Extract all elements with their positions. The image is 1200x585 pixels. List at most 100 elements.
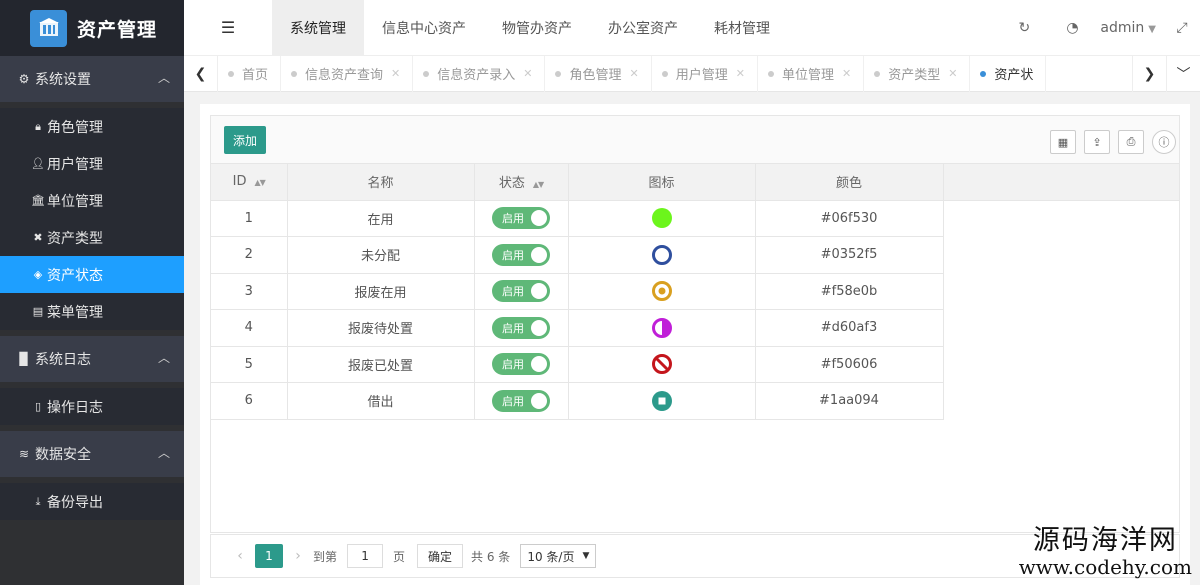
page-tab-role[interactable]: 角色管理 ✕ xyxy=(545,55,652,92)
toggle-knob xyxy=(531,283,547,300)
refresh-icon[interactable]: ↻ xyxy=(1000,20,1048,36)
prev-page-icon[interactable]: ‹ xyxy=(225,548,255,564)
close-icon[interactable]: ✕ xyxy=(630,67,639,80)
export-icon[interactable]: ⇪ xyxy=(1084,130,1110,154)
page-tab-label: 用户管理 xyxy=(675,68,728,83)
close-icon[interactable]: ✕ xyxy=(948,67,957,80)
sidebar-group-data-security[interactable]: ≋ 数据安全 ︿ xyxy=(0,431,184,477)
tabs-scroll-left-icon[interactable]: ❮ xyxy=(184,55,218,92)
page-tabs-track: 首页 信息资产查询 ✕ 信息资产录入 ✕ 角色管理 ✕ 用户管理 ✕ 单位管理 ✕ 资产类… xyxy=(218,55,1132,92)
sidebar-group-system-settings[interactable]: ⚙ 系统设置 ︿ xyxy=(0,56,184,102)
sidebar-group-label: 数据安全 xyxy=(35,447,91,463)
status-toggle[interactable]: 启用 xyxy=(492,389,550,412)
dashboard-icon[interactable]: ◔ xyxy=(1048,20,1096,36)
top-tab-property-office[interactable]: 物管办资产 xyxy=(484,0,590,56)
page-tab-info-entry[interactable]: 信息资产录入 ✕ xyxy=(413,55,546,92)
page-tab-label: 资产类型 xyxy=(888,68,941,83)
info-icon[interactable]: ⓘ xyxy=(1152,130,1176,154)
current-page[interactable]: 1 xyxy=(255,544,283,568)
fullscreen-icon[interactable]: ⤢ xyxy=(1164,20,1200,36)
status-toggle[interactable]: 启用 xyxy=(492,316,550,339)
cell-filler xyxy=(943,273,1179,310)
page-tab-label: 首页 xyxy=(242,68,269,83)
page-tab-user[interactable]: 用户管理 ✕ xyxy=(652,55,758,92)
table-row[interactable]: 5 报废已处置 启用 #f50606 xyxy=(211,346,1179,383)
close-icon[interactable]: ✕ xyxy=(842,67,851,80)
table-row[interactable]: 4 报废待处置 启用 #d60af3 xyxy=(211,309,1179,347)
close-icon[interactable]: ✕ xyxy=(736,67,745,80)
sidebar-item-label: 资产类型 xyxy=(47,230,103,247)
sidebar-item-operation-log[interactable]: ▯ 操作日志 xyxy=(0,388,184,425)
sidebar-item-asset-type[interactable]: ✖ 资产类型 xyxy=(0,219,184,256)
cell-color: #06f530 xyxy=(755,200,944,237)
toggle-label: 启用 xyxy=(502,212,524,226)
sidebar-item-label: 角色管理 xyxy=(47,119,103,136)
watermark-line1: 源码海洋网 xyxy=(1032,525,1178,556)
goto-confirm-button[interactable]: 确定 xyxy=(417,544,464,568)
page-tab-asset-status[interactable]: 资产状 xyxy=(970,55,1047,92)
cell-icon xyxy=(568,200,756,237)
print-icon[interactable]: ⎙ xyxy=(1118,130,1144,154)
top-tab-system[interactable]: 系统管理 xyxy=(272,0,364,56)
tabs-scroll-right-icon[interactable]: ❯ xyxy=(1132,55,1166,92)
sidebar-item-user[interactable]: 👤︎ 用户管理 xyxy=(0,145,184,182)
add-button[interactable]: 添加 xyxy=(224,126,266,154)
caret-down-icon: ▼ xyxy=(1148,24,1156,35)
cell-color: #d60af3 xyxy=(755,309,944,347)
toggle-label: 启用 xyxy=(502,285,524,299)
page-size-select[interactable]: 10 条/页 ▼ xyxy=(520,544,597,568)
status-toggle[interactable]: 启用 xyxy=(492,280,550,303)
next-page-icon[interactable]: › xyxy=(283,548,313,564)
cube-icon: ◈ xyxy=(33,268,43,281)
status-toggle[interactable]: 启用 xyxy=(492,207,550,230)
chevron-up-icon: ︿ xyxy=(157,71,170,85)
cell-filler xyxy=(943,346,1179,383)
top-tab-info-center[interactable]: 信息中心资产 xyxy=(364,0,484,56)
sidebar-item-label: 备份导出 xyxy=(47,494,103,511)
chevron-up-icon: ︿ xyxy=(157,446,170,460)
sort-icon[interactable]: ▲▼ xyxy=(255,178,266,187)
page-tab-unit[interactable]: 单位管理 ✕ xyxy=(758,55,865,92)
close-icon[interactable]: ✕ xyxy=(523,67,532,80)
data-table: ID ▲▼ 名称 状态 ▲▼ 图标 颜色 1 在用 启用 #06f530 2 未… xyxy=(210,163,1180,533)
app-title: 资产管理 xyxy=(77,18,158,41)
file-icon: ▉ xyxy=(19,352,29,366)
sidebar-group-system-log[interactable]: ▉ 系统日志 ︿ xyxy=(0,336,184,382)
gears-icon: ⚙ xyxy=(18,72,30,86)
page-tab-asset-type[interactable]: 资产类型 ✕ xyxy=(864,55,971,92)
cell-id: 2 xyxy=(211,236,288,274)
close-icon[interactable]: ✕ xyxy=(391,67,400,80)
user-menu[interactable]: admin ▼ xyxy=(1096,20,1164,36)
table-row[interactable]: 1 在用 启用 #06f530 xyxy=(211,200,1179,237)
table-row[interactable]: 6 借出 启用 #1aa094 xyxy=(211,382,1179,420)
column-header-id[interactable]: ID ▲▼ xyxy=(211,164,288,201)
table-row[interactable]: 2 未分配 启用 #0352f5 xyxy=(211,236,1179,274)
status-toggle[interactable]: 启用 xyxy=(492,353,550,376)
status-toggle[interactable]: 启用 xyxy=(492,243,550,266)
page-tab-home[interactable]: 首页 xyxy=(218,55,282,92)
column-header-filler xyxy=(943,164,1179,201)
column-header-status[interactable]: 状态 ▲▼ xyxy=(474,164,569,201)
sort-icon[interactable]: ▲▼ xyxy=(533,180,544,189)
page-tab-label: 角色管理 xyxy=(569,68,622,83)
sidebar-item-backup-export[interactable]: ⤓ 备份导出 xyxy=(0,483,184,520)
sidebar-item-unit[interactable]: 🏛︎ 单位管理 xyxy=(0,182,184,219)
tabs-dropdown-icon[interactable]: ﹀ xyxy=(1166,55,1200,92)
menu-toggle-icon[interactable]: ☰ xyxy=(184,0,272,56)
top-tab-office[interactable]: 办公室资产 xyxy=(590,0,696,56)
sidebar-group-label: 系统日志 xyxy=(35,352,91,368)
cell-filler xyxy=(943,310,1179,347)
bank-icon: 🏛︎ xyxy=(31,194,45,207)
lock-icon: 🔒︎ xyxy=(35,119,41,133)
logo[interactable]: 资产管理 xyxy=(0,0,184,56)
cell-status: 启用 xyxy=(474,273,569,310)
sidebar-item-role[interactable]: 🔒︎ 角色管理 xyxy=(0,108,184,145)
sidebar-item-menu[interactable]: ▤ 菜单管理 xyxy=(0,293,184,330)
sidebar-item-asset-status[interactable]: ◈ 资产状态 xyxy=(0,256,184,293)
table-row[interactable]: 3 报废在用 启用 #f58e0b xyxy=(211,273,1179,310)
columns-icon[interactable]: ▦ xyxy=(1050,130,1076,154)
top-tab-consumables[interactable]: 耗材管理 xyxy=(696,0,788,56)
goto-page-input[interactable]: 1 xyxy=(347,544,384,568)
cell-name: 报废待处置 xyxy=(287,309,475,347)
page-tab-info-query[interactable]: 信息资产查询 ✕ xyxy=(281,55,414,92)
